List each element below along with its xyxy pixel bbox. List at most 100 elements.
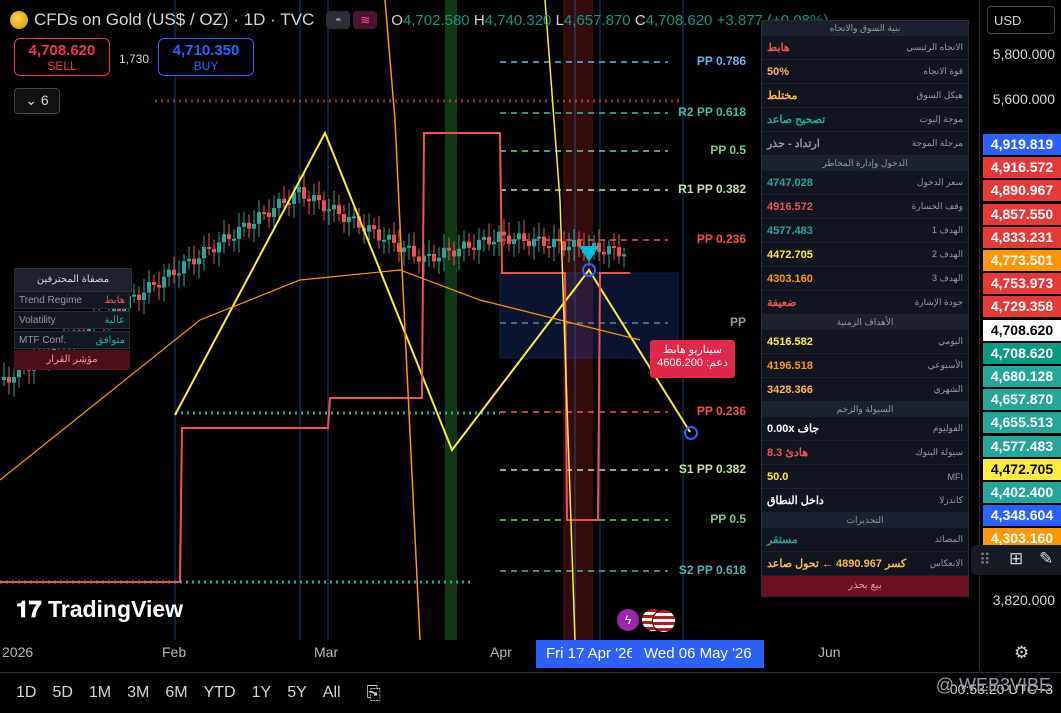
- candle-body: [607, 245, 611, 255]
- candle-body: [202, 246, 206, 259]
- candle-body: [567, 246, 571, 251]
- indicators-collapse-button[interactable]: ⌄ 6: [14, 88, 60, 114]
- price-tag: 4,708.620: [983, 319, 1061, 341]
- candle-body: [612, 245, 616, 248]
- candle-body: [472, 247, 476, 250]
- panel-row: 0.00x جاف الفوليوم: [762, 417, 968, 441]
- candle-body: [237, 226, 241, 239]
- panel-row: ارتداد - حذر مرحلة الموجة: [762, 132, 968, 156]
- panel-row: 50.0 MFI: [762, 465, 968, 489]
- panel-label: الهدف 2: [932, 249, 963, 259]
- us-flag-icon-2[interactable]: [652, 609, 676, 633]
- panel-label: المصائد: [934, 534, 963, 544]
- price-tag: 4,577.483: [983, 435, 1061, 457]
- candle-body: [367, 225, 371, 232]
- price-tick: 5,800.000: [992, 46, 1055, 62]
- symbol-title[interactable]: CFDs on Gold (US$ / OZ) · 1D · TVC: [34, 10, 314, 30]
- section-structure: بنية السوق والاتجاه: [762, 21, 968, 36]
- candle-body: [447, 247, 451, 251]
- period-button[interactable]: 5Y: [287, 684, 307, 702]
- candle-body: [457, 248, 461, 257]
- period-button[interactable]: 1Y: [252, 684, 272, 702]
- panel-label: الانعكاس: [929, 558, 963, 568]
- candle-body: [342, 214, 346, 223]
- panel-row: 4303.160 الهدف 3: [762, 267, 968, 291]
- panel-value: 4196.518: [767, 359, 813, 372]
- panel-row: 4916.572 وقف الخسارة: [762, 195, 968, 219]
- candle-body: [167, 269, 171, 277]
- panel-label: الأسبوعي: [927, 360, 963, 370]
- time-axis[interactable]: 2026 Feb Mar Apr Jun Fri 17 Apr '26 Wed 06 M…: [0, 640, 1029, 670]
- time-tick: Apr: [490, 644, 512, 660]
- section-warnings: التحذيرات: [762, 513, 968, 528]
- candle-body: [487, 236, 491, 245]
- panel-label: موجة إليوت: [919, 114, 963, 124]
- price-tag: 4,708.620: [983, 342, 1061, 364]
- period-button[interactable]: 6M: [165, 684, 187, 702]
- add-widget-icon[interactable]: ⊞: [1009, 549, 1023, 569]
- candle-body: [272, 208, 276, 218]
- eye-toggle-icon[interactable]: ◓: [326, 11, 351, 29]
- panel-value: 3428.366: [767, 383, 813, 396]
- price-tag: 4,919.819: [983, 134, 1061, 155]
- sell-button[interactable]: 4,708.620 SELL: [14, 38, 110, 76]
- candle-body: [577, 240, 581, 247]
- candle-body: [592, 242, 596, 247]
- l-label: L: [555, 11, 564, 29]
- wave-toggle-icon[interactable]: ≋: [353, 11, 378, 29]
- section-time-targets: الأهداف الزمنية: [762, 315, 968, 330]
- price-tag: 4,833.231: [983, 226, 1061, 248]
- period-button[interactable]: All: [323, 684, 341, 702]
- period-button[interactable]: YTD: [204, 684, 236, 702]
- candle-body: [512, 239, 516, 244]
- candle-body: [467, 241, 471, 248]
- period-button[interactable]: 5D: [52, 684, 72, 702]
- panel-row: 4577.483 الهدف 1: [762, 219, 968, 243]
- low-value: 4,657.870: [563, 11, 631, 29]
- period-button[interactable]: 1M: [89, 684, 111, 702]
- candle-body: [232, 238, 236, 241]
- panel-value: مختلط: [767, 90, 798, 102]
- lightning-event-icon[interactable]: ϟ: [617, 609, 639, 631]
- tv-logo-icon: 𝟏𝟕: [16, 596, 42, 622]
- period-button[interactable]: 3M: [127, 684, 149, 702]
- time-tick: Mar: [314, 644, 339, 660]
- c-label: C: [634, 11, 646, 29]
- candle-body: [162, 276, 166, 288]
- currency-select[interactable]: USD: [987, 6, 1055, 34]
- price-tag: 4,729.358: [983, 296, 1061, 318]
- candle-body: [562, 241, 566, 251]
- price-tag: 4,773.501: [983, 250, 1061, 271]
- bottom-toolbar: 1D 5D 1M 3M 6M YTD 1Y 5Y All ⎘ 00:53:20 UTC+3 @ …: [0, 672, 1061, 713]
- candle-body: [262, 212, 266, 215]
- candle-body: [247, 222, 251, 229]
- sell-price: 4,708.620: [28, 42, 96, 59]
- pencil-icon[interactable]: ✎: [1039, 549, 1053, 569]
- price-tag: 4,657.870: [983, 389, 1061, 411]
- candle-body: [602, 251, 606, 255]
- date-range-icon[interactable]: ⎘: [367, 683, 381, 704]
- panel-label: قوة الاتجاه: [923, 66, 963, 76]
- signal-footer: بيع بحذر: [762, 576, 968, 596]
- settings-icon[interactable]: ⚙: [1014, 643, 1029, 663]
- panel-label: الاتجاه الرئيسي: [906, 42, 963, 52]
- time-tick: Feb: [162, 644, 187, 660]
- pivot-label: PP: [729, 315, 746, 329]
- candle-body: [177, 273, 181, 276]
- panel-value: تصحيح صاعد: [767, 114, 826, 126]
- scenario-tag: سيناريو هابط دعم: 4606.200: [650, 340, 735, 378]
- price-tag: 4,753.973: [983, 273, 1061, 295]
- drag-handle-icon[interactable]: ⠿: [979, 550, 991, 570]
- buy-button[interactable]: 4,710.350 BUY: [158, 38, 254, 76]
- candle-body: [322, 200, 326, 212]
- panel-label: كاندزلا: [939, 495, 963, 505]
- candle-body: [332, 204, 336, 210]
- time-tick: Jun: [818, 644, 841, 660]
- period-button[interactable]: 1D: [16, 684, 36, 702]
- candle-body: [157, 284, 161, 288]
- candle-body: [197, 258, 201, 265]
- panel-label: سعر الدخول: [916, 177, 963, 187]
- candle-body: [187, 258, 191, 262]
- spread-value: 1,730: [119, 52, 150, 66]
- candle-body: [502, 231, 506, 236]
